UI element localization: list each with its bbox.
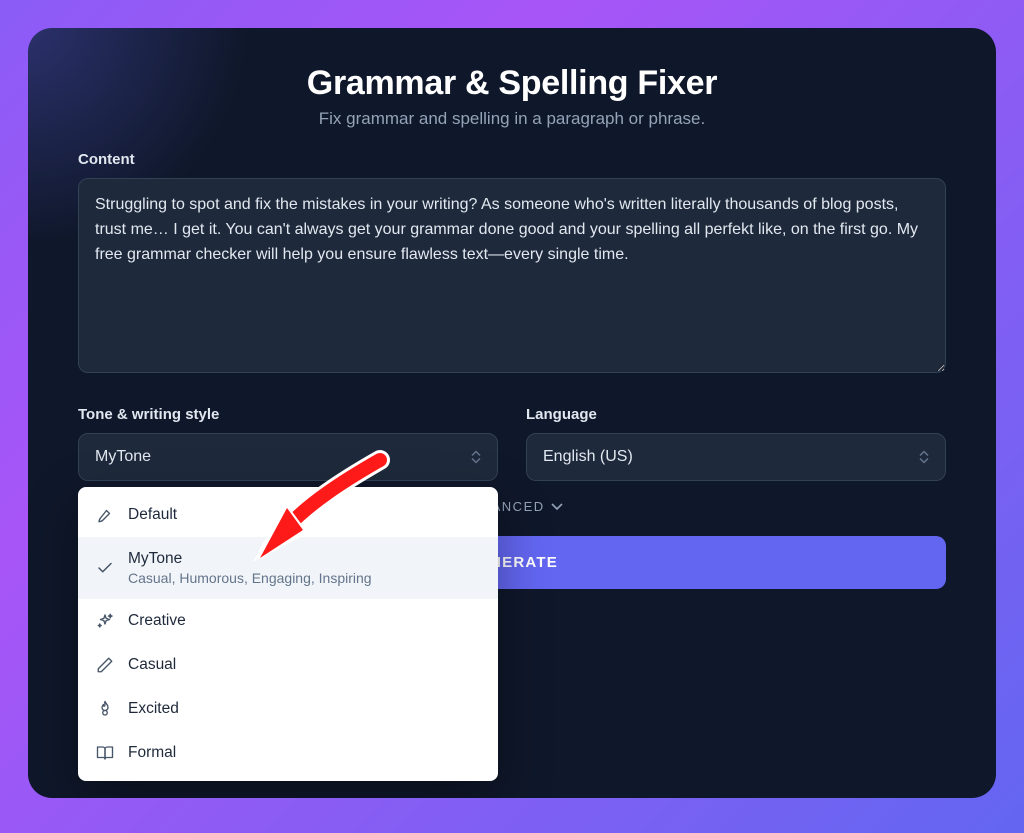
options-row: Tone & writing style MyTone Default — [78, 406, 946, 481]
tone-option-label: MyTone — [128, 550, 480, 568]
tone-select-value: MyTone — [95, 448, 151, 466]
pencil-icon — [96, 656, 114, 674]
page-subtitle: Fix grammar and spelling in a paragraph … — [78, 109, 946, 129]
page-title: Grammar & Spelling Fixer — [78, 64, 946, 103]
language-select[interactable]: English (US) — [526, 433, 946, 481]
tone-option-creative[interactable]: Creative — [78, 599, 498, 643]
chevrons-icon — [471, 450, 481, 464]
tone-option-mytone[interactable]: MyTone Casual, Humorous, Engaging, Inspi… — [78, 537, 498, 599]
sparkles-icon — [96, 612, 114, 630]
tone-option-label: Formal — [128, 744, 480, 762]
check-icon — [96, 559, 114, 577]
content-textarea[interactable] — [78, 178, 946, 373]
book-icon — [96, 744, 114, 762]
tone-option-label: Excited — [128, 700, 480, 718]
chevron-down-icon — [551, 503, 563, 510]
brush-icon — [96, 506, 114, 524]
tone-select[interactable]: MyTone — [78, 433, 498, 481]
tone-option-casual[interactable]: Casual — [78, 643, 498, 687]
tone-option-label: Default — [128, 506, 480, 524]
header: Grammar & Spelling Fixer Fix grammar and… — [78, 64, 946, 129]
chevrons-icon — [919, 450, 929, 464]
app-card: Grammar & Spelling Fixer Fix grammar and… — [28, 28, 996, 798]
tone-dropdown: Default MyTone Casual, Humorous, Engagin… — [78, 487, 498, 781]
language-label: Language — [526, 406, 946, 423]
tone-column: Tone & writing style MyTone Default — [78, 406, 498, 481]
tone-option-excited[interactable]: Excited — [78, 687, 498, 731]
content-section: Content — [78, 151, 946, 378]
tone-option-sub: Casual, Humorous, Engaging, Inspiring — [128, 570, 480, 586]
language-select-value: English (US) — [543, 448, 633, 466]
tone-label: Tone & writing style — [78, 406, 498, 423]
tone-option-default[interactable]: Default — [78, 493, 498, 537]
tone-option-formal[interactable]: Formal — [78, 731, 498, 775]
content-label: Content — [78, 151, 946, 168]
flame-icon — [96, 700, 114, 718]
language-column: Language English (US) — [526, 406, 946, 481]
tone-option-label: Creative — [128, 612, 480, 630]
tone-option-label: Casual — [128, 656, 480, 674]
